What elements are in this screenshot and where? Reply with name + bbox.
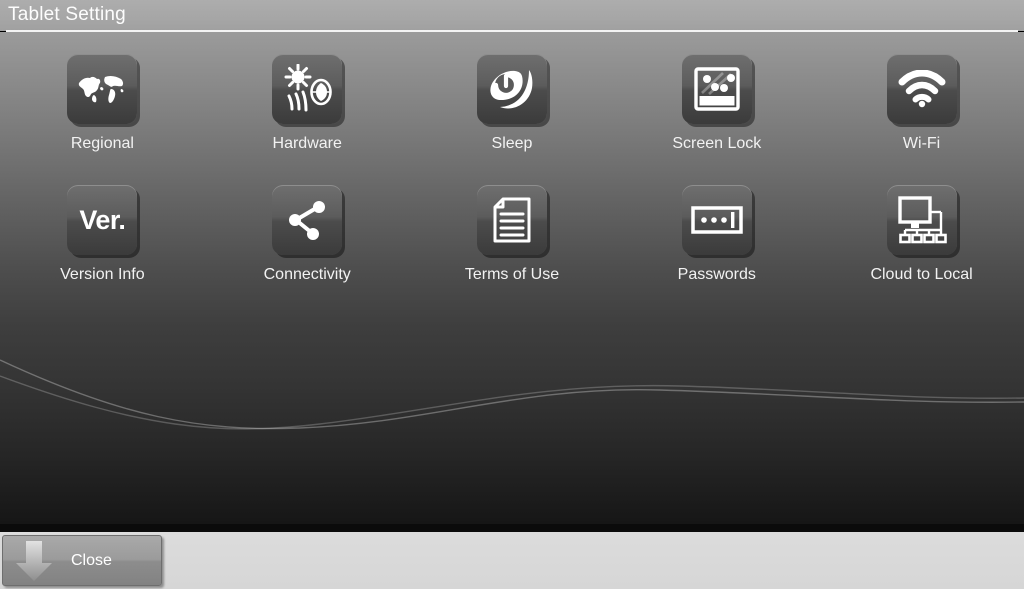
screen-lock-tile[interactable]	[681, 54, 752, 124]
background-swoosh-decoration	[0, 359, 1024, 430]
settings-item-passwords[interactable]: Passwords	[614, 185, 819, 284]
settings-item-regional[interactable]: Regional	[0, 54, 205, 153]
share-nodes-icon	[289, 201, 326, 240]
world-map-icon	[79, 75, 124, 103]
settings-item-label: Passwords	[677, 266, 756, 283]
settings-item-label: Hardware	[272, 135, 342, 152]
settings-desktop: Regional Hardware Sleep Screen Lock Wi-F…	[0, 32, 1024, 524]
wifi-tile[interactable]	[886, 54, 957, 124]
settings-item-label: Regional	[70, 135, 134, 152]
password-field-icon	[691, 206, 743, 234]
brightness-volume-icon	[284, 64, 332, 112]
settings-item-label: Wi-Fi	[902, 135, 941, 152]
taskbar: Close	[0, 532, 1024, 589]
down-arrow-icon	[16, 540, 52, 581]
version-text-icon: Ver.	[79, 204, 126, 235]
settings-item-terms-of-use[interactable]: Terms of Use	[410, 185, 615, 284]
screen-lock-icon	[694, 67, 740, 111]
settings-item-label: Screen Lock	[672, 135, 762, 152]
grid-row: Regional Hardware Sleep Screen Lock Wi-F…	[0, 54, 1024, 153]
document-icon	[493, 197, 531, 243]
settings-item-version-info[interactable]: Ver. Version Info	[0, 185, 205, 284]
moon-power-icon	[490, 70, 533, 109]
regional-tile[interactable]	[67, 54, 138, 124]
settings-item-sleep[interactable]: Sleep	[410, 54, 615, 153]
grid-row: Ver. Version Info Connectivity Terms of …	[0, 185, 1024, 284]
settings-icon-grid: Regional Hardware Sleep Screen Lock Wi-F…	[0, 32, 1024, 316]
settings-item-label: Cloud to Local	[870, 266, 973, 283]
hardware-tile[interactable]	[272, 54, 343, 124]
settings-item-hardware[interactable]: Hardware	[205, 54, 410, 153]
passwords-tile[interactable]	[681, 185, 752, 255]
taskbar-top-strip	[0, 524, 1024, 532]
close-button[interactable]: Close	[2, 535, 162, 586]
settings-item-label: Sleep	[491, 135, 533, 152]
version-info-tile[interactable]: Ver.	[67, 185, 138, 255]
sleep-tile[interactable]	[476, 54, 547, 124]
close-button-label: Close	[71, 551, 112, 569]
wifi-icon	[898, 70, 946, 108]
tablet-setting-screen: Tablet Setting Regional Hardware Sleep S…	[0, 0, 1024, 589]
connectivity-tile[interactable]	[272, 185, 343, 255]
title-bar: Tablet Setting	[0, 0, 1024, 32]
settings-item-screen-lock[interactable]: Screen Lock	[614, 54, 819, 153]
cloud-to-local-tile[interactable]	[886, 185, 957, 255]
terms-of-use-tile[interactable]	[476, 185, 547, 255]
settings-item-wifi[interactable]: Wi-Fi	[819, 54, 1024, 153]
settings-item-label: Version Info	[60, 266, 145, 283]
page-title: Tablet Setting	[8, 4, 126, 25]
settings-item-connectivity[interactable]: Connectivity	[205, 185, 410, 284]
settings-item-label: Connectivity	[263, 266, 351, 283]
network-monitor-icon	[897, 196, 947, 244]
settings-item-label: Terms of Use	[464, 266, 560, 283]
settings-item-cloud-to-local[interactable]: Cloud to Local	[819, 185, 1024, 284]
